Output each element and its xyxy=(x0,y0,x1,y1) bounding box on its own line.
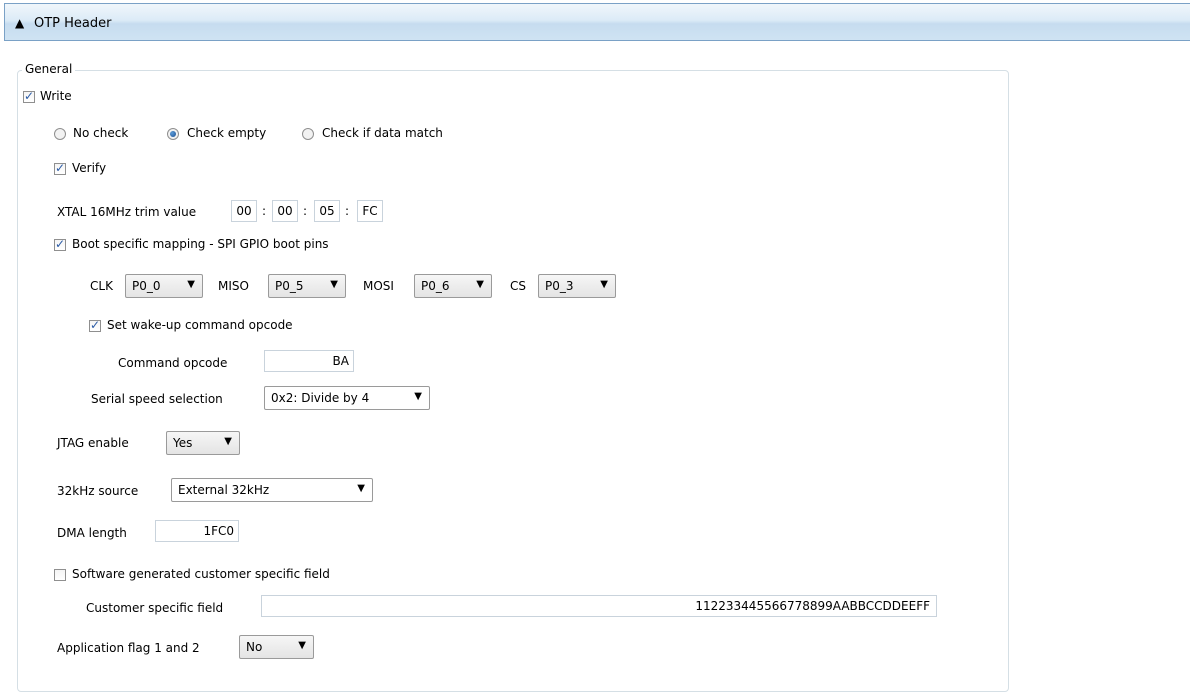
write-label: Write xyxy=(40,89,72,103)
xtal-byte-3[interactable]: 05 xyxy=(314,200,340,222)
app-flag-select[interactable]: No ▼ xyxy=(239,635,314,659)
boot-mapping-checkbox[interactable] xyxy=(54,237,66,251)
general-legend: General xyxy=(22,62,76,76)
boot-mapping-label: Boot specific mapping - SPI GPIO boot pi… xyxy=(72,237,329,251)
verify-label: Verify xyxy=(72,161,107,175)
check-empty-label: Check empty xyxy=(187,126,267,140)
clk-value: P0_0 xyxy=(132,279,161,293)
chevron-down-icon: ▼ xyxy=(414,391,422,402)
check-empty-radio[interactable] xyxy=(167,128,179,140)
chevron-down-icon: ▼ xyxy=(357,483,365,494)
source-32k-value: External 32kHz xyxy=(178,483,270,497)
jtag-label: JTAG enable xyxy=(57,436,129,450)
serial-speed-select[interactable]: 0x2: Divide by 4 ▼ xyxy=(264,386,430,410)
wakeup-checkbox[interactable] xyxy=(89,318,101,332)
wakeup-label: Set wake-up command opcode xyxy=(107,318,293,332)
otp-header-title: OTP Header xyxy=(34,16,112,31)
customer-field-label: Customer specific field xyxy=(86,601,224,615)
cs-label: CS xyxy=(510,279,526,293)
dma-length-label: DMA length xyxy=(57,526,127,540)
source-32k-select[interactable]: External 32kHz ▼ xyxy=(171,478,373,502)
app-flag-label: Application flag 1 and 2 xyxy=(57,641,200,655)
xtal-sep: : xyxy=(345,204,350,218)
no-check-label: No check xyxy=(73,126,129,140)
chevron-down-icon: ▼ xyxy=(224,436,232,447)
triangle-up-icon: ▲ xyxy=(15,16,25,30)
mosi-select[interactable]: P0_6 ▼ xyxy=(414,274,492,298)
miso-value: P0_5 xyxy=(275,279,304,293)
check-data-match-radio[interactable] xyxy=(302,128,314,140)
sw-customer-checkbox[interactable] xyxy=(54,569,66,581)
jtag-select[interactable]: Yes ▼ xyxy=(166,431,240,455)
clk-select[interactable]: P0_0 ▼ xyxy=(125,274,203,298)
no-check-radio[interactable] xyxy=(54,128,66,140)
command-opcode-label: Command opcode xyxy=(118,356,228,370)
otp-header-bar[interactable]: ▲ OTP Header xyxy=(4,3,1190,41)
app-flag-value: No xyxy=(246,640,263,654)
miso-select[interactable]: P0_5 ▼ xyxy=(268,274,346,298)
sw-customer-label: Software generated customer specific fie… xyxy=(72,567,330,581)
xtal-byte-2[interactable]: 00 xyxy=(272,200,298,222)
clk-label: CLK xyxy=(90,279,113,293)
verify-checkbox[interactable] xyxy=(54,161,66,175)
chevron-down-icon: ▼ xyxy=(187,279,195,290)
chevron-down-icon: ▼ xyxy=(600,279,608,290)
chevron-down-icon: ▼ xyxy=(298,640,306,651)
check-data-match-label: Check if data match xyxy=(322,126,443,140)
mosi-label: MOSI xyxy=(363,279,394,293)
xtal-sep: : xyxy=(303,204,308,218)
customer-field-input[interactable]: 112233445566778899AABBCCDDEEFF xyxy=(261,595,937,617)
jtag-value: Yes xyxy=(173,436,193,450)
chevron-down-icon: ▼ xyxy=(330,279,338,290)
serial-speed-value: 0x2: Divide by 4 xyxy=(271,391,370,405)
xtal-label: XTAL 16MHz trim value xyxy=(57,205,197,219)
chevron-down-icon: ▼ xyxy=(476,279,484,290)
xtal-byte-1[interactable]: 00 xyxy=(231,200,257,222)
miso-label: MISO xyxy=(218,279,249,293)
xtal-byte-4[interactable]: FC xyxy=(357,200,383,222)
xtal-sep: : xyxy=(262,204,267,218)
cs-select[interactable]: P0_3 ▼ xyxy=(538,274,616,298)
source-32k-label: 32kHz source xyxy=(57,484,139,498)
serial-speed-label: Serial speed selection xyxy=(91,392,223,406)
write-checkbox[interactable] xyxy=(23,89,35,103)
command-opcode-input[interactable]: BA xyxy=(264,350,354,372)
mosi-value: P0_6 xyxy=(421,279,450,293)
dma-length-input[interactable]: 1FC0 xyxy=(155,520,239,542)
cs-value: P0_3 xyxy=(545,279,574,293)
